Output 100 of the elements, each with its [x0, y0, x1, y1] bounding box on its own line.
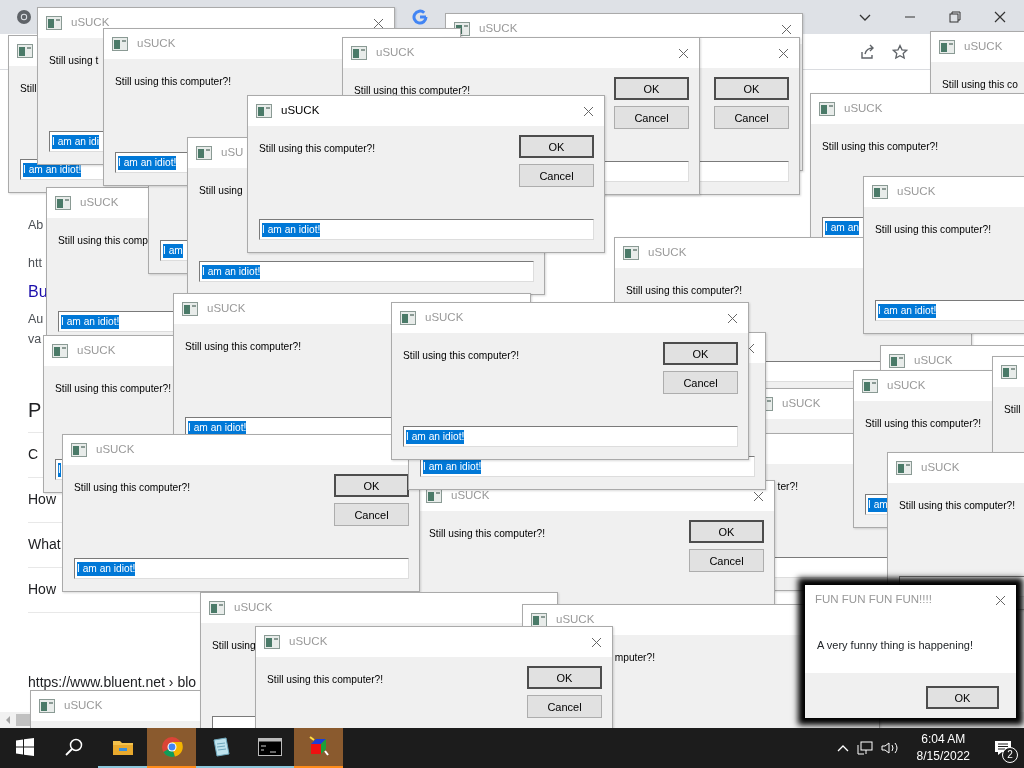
- close-icon[interactable]: [753, 490, 764, 502]
- prompt-text: Still using this computer?!: [626, 285, 743, 296]
- prompt-text: Still using this computer?!: [115, 76, 232, 87]
- prompt-text: Still using this computer?!: [865, 418, 982, 429]
- prompt-text: Still using this computer?!: [822, 141, 939, 152]
- close-icon[interactable]: [994, 11, 1006, 23]
- speaker-icon[interactable]: [880, 741, 899, 755]
- prompt-text: Still using t: [49, 55, 99, 66]
- close-icon[interactable]: [591, 636, 602, 648]
- clock-time[interactable]: 6:04 AM: [921, 731, 966, 748]
- star-icon[interactable]: [892, 43, 908, 60]
- cancel-button[interactable]: Cancel: [663, 371, 738, 394]
- share-icon[interactable]: [860, 43, 876, 60]
- close-icon[interactable]: [678, 47, 689, 59]
- window-title: uSUCK: [80, 195, 119, 211]
- close-icon[interactable]: [727, 312, 738, 324]
- input-field[interactable]: I am an idiot!: [259, 219, 594, 240]
- question-text[interactable]: What: [28, 523, 61, 567]
- prompt-text: ter?!: [777, 481, 798, 492]
- ok-button[interactable]: OK: [689, 520, 764, 543]
- browser-logo-icon: [160, 736, 183, 758]
- cancel-button[interactable]: Cancel: [714, 106, 789, 129]
- app-icon: [896, 461, 912, 475]
- window-title: uSUCK: [96, 442, 135, 458]
- ok-button[interactable]: OK: [334, 474, 409, 497]
- ok-button[interactable]: OK: [614, 77, 689, 100]
- cancel-button[interactable]: Cancel: [519, 164, 594, 187]
- prompt-text: Still using: [199, 185, 243, 196]
- close-icon[interactable]: [583, 105, 594, 117]
- app-icon: [862, 379, 878, 393]
- snippet-text: Ab: [28, 217, 44, 234]
- prompt-text: Still using this co: [942, 79, 1018, 90]
- prompt-text: Still using this computer?!: [259, 143, 376, 154]
- app-icon: [623, 246, 639, 260]
- chevron-up-icon[interactable]: [836, 744, 849, 752]
- question-text[interactable]: C: [28, 433, 39, 477]
- app-icon: [872, 185, 888, 199]
- windows-logo-icon: [15, 738, 34, 756]
- window-title: uSUCK: [289, 634, 328, 650]
- app-icon: [39, 699, 55, 713]
- input-field[interactable]: I am an idiot!: [199, 261, 534, 282]
- ok-button[interactable]: OK: [926, 686, 999, 709]
- close-icon[interactable]: [778, 47, 789, 59]
- window-title: uSUCK: [137, 36, 176, 52]
- close-icon[interactable]: [373, 17, 384, 29]
- restore-icon[interactable]: [949, 11, 961, 23]
- prompt-text: Still using this computer?!: [354, 85, 471, 96]
- window-title: uSUCK: [897, 184, 936, 200]
- window-title: uSUCK: [921, 460, 960, 476]
- prompt-text: Still using this computer?!: [74, 482, 191, 493]
- window-title: uSUCK: [451, 488, 490, 504]
- close-icon[interactable]: [995, 594, 1006, 606]
- prompt-text: Still using this computer?!: [429, 528, 546, 539]
- clock-date[interactable]: 8/15/2022: [916, 748, 970, 765]
- input-field[interactable]: I am an idiot!: [875, 300, 1024, 321]
- prompt-text: Still using this computer?!: [55, 383, 172, 394]
- prompt-text: Still using this computer?!: [267, 674, 384, 685]
- google-logo-icon[interactable]: [412, 9, 428, 25]
- scrollbar-thumb[interactable]: [16, 714, 30, 726]
- app-icon: [17, 44, 33, 58]
- app-icon: [264, 635, 280, 649]
- input-field[interactable]: I am an idiot!: [74, 558, 409, 579]
- snippet-text: Au: [28, 311, 44, 328]
- ok-button[interactable]: OK: [663, 342, 738, 365]
- close-icon[interactable]: [781, 23, 792, 35]
- window-title: uSUCK: [71, 15, 110, 31]
- folder-icon: [111, 738, 134, 756]
- prompt-text: Still using: [212, 640, 256, 651]
- prompt-text: Still using this computer?!: [875, 224, 992, 235]
- snippet-text: htt: [28, 255, 42, 272]
- cancel-button[interactable]: Cancel: [689, 549, 764, 572]
- prompt-text: Still: [20, 83, 37, 94]
- ok-button[interactable]: OK: [714, 77, 789, 100]
- app-icon: [351, 46, 367, 60]
- cancel-button[interactable]: Cancel: [614, 106, 689, 129]
- app-icon: [182, 302, 198, 316]
- prompt-text: Still: [1004, 404, 1021, 415]
- section-heading: P: [28, 400, 42, 420]
- window-title: uSUCK: [64, 698, 103, 714]
- cancel-button[interactable]: Cancel: [334, 503, 409, 526]
- input-field[interactable]: I am an idiot!: [403, 426, 738, 447]
- cancel-button[interactable]: Cancel: [527, 695, 602, 718]
- ok-button[interactable]: OK: [519, 135, 594, 158]
- window-title: uSUCK: [648, 245, 687, 261]
- window-title: uSUCK: [207, 301, 246, 317]
- window-title: uSU: [221, 145, 244, 161]
- window-title: uSUCK: [556, 612, 595, 628]
- app-icon: [46, 16, 62, 30]
- app-icon: [209, 601, 225, 615]
- app-icon: [819, 102, 835, 116]
- prompt-text: mputer?!: [614, 652, 655, 663]
- ok-button[interactable]: OK: [527, 666, 602, 689]
- window-title: uSUCK: [914, 353, 953, 369]
- question-text[interactable]: How: [28, 568, 56, 612]
- window-title: uSUCK: [425, 310, 464, 326]
- window-title: FUN FUN FUN FUN!!!!: [815, 592, 932, 608]
- app-icon: [55, 196, 71, 210]
- network-icon[interactable]: [856, 741, 873, 755]
- prompt-text: Still using this comp: [58, 235, 149, 246]
- app-icon: [889, 354, 905, 368]
